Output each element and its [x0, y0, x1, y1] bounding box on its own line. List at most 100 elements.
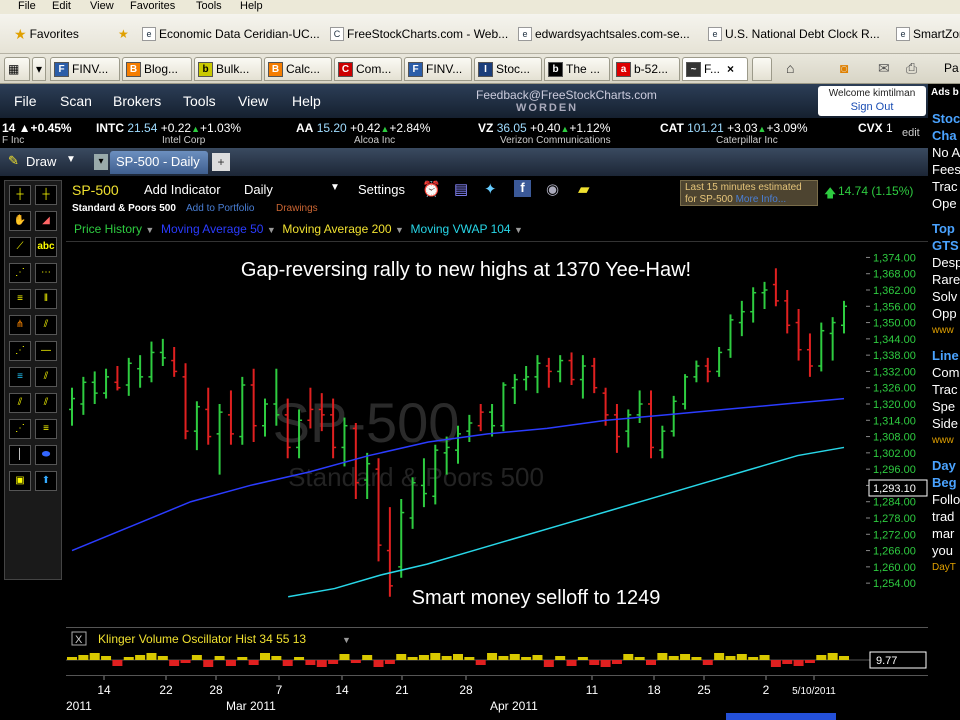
- camera-icon[interactable]: ◉: [546, 180, 559, 198]
- draw-button[interactable]: Draw: [26, 154, 56, 169]
- app-menu-brokers[interactable]: Brokers: [113, 93, 161, 109]
- tab-sp500-daily[interactable]: SP-500 - Daily: [110, 151, 208, 174]
- book-icon[interactable]: ▤: [454, 180, 468, 198]
- tab-calc[interactable]: B Calc...: [264, 57, 332, 81]
- add-to-portfolio-link[interactable]: Add to Portfolio: [186, 203, 254, 214]
- eraser-tool-icon[interactable]: ◢: [35, 211, 57, 231]
- favorite-link-freestockcharts[interactable]: C FreeStockCharts.com - Web...: [330, 24, 508, 44]
- tab-blog[interactable]: B Blog...: [122, 57, 192, 81]
- read-mail-icon[interactable]: ✉: [878, 60, 890, 77]
- legend-vwap104[interactable]: Moving VWAP 104: [411, 222, 511, 236]
- print-icon[interactable]: ⎙: [906, 60, 917, 77]
- channel-tool-icon[interactable]: ≡: [9, 367, 31, 387]
- tab-list-chevron-icon[interactable]: ▾: [32, 57, 46, 81]
- arrow-up-tool-icon[interactable]: ⬆: [35, 471, 57, 491]
- page-menu-button[interactable]: Pa: [944, 61, 959, 75]
- ticker-item[interactable]: CVX 1: [858, 121, 893, 135]
- ellipse-tool-icon[interactable]: ⬬: [35, 445, 57, 465]
- price-plot[interactable]: SP-500 Standard & Poors 500 Gap-reversin…: [66, 242, 872, 612]
- horizontal-line-tool-icon[interactable]: —: [35, 341, 57, 361]
- legend-ma50[interactable]: Moving Average 50: [161, 222, 264, 236]
- klinger-dropdown-icon[interactable]: ▼: [342, 635, 351, 645]
- scrollbar-thumb[interactable]: [726, 713, 836, 720]
- tab-the[interactable]: b The ...: [544, 57, 610, 81]
- favorite-link-economic-data[interactable]: e Economic Data Ceridian-UC...: [142, 24, 320, 44]
- tab-com[interactable]: C Com...: [334, 57, 402, 81]
- ad-line[interactable]: Day: [932, 457, 960, 474]
- ticker-item[interactable]: INTC 21.54 +0.22▲+1.03%: [96, 121, 241, 135]
- crosshair-tool-icon[interactable]: ┼: [9, 185, 31, 205]
- add-indicator-button[interactable]: Add Indicator: [144, 182, 221, 197]
- tab-finv-2[interactable]: F FINV...: [404, 57, 472, 81]
- period-select[interactable]: Daily: [244, 182, 273, 197]
- tab-stoc[interactable]: I Stoc...: [474, 57, 542, 81]
- ticker-item[interactable]: AA 15.20 +0.42▲+2.84%: [296, 121, 430, 135]
- draw-dropdown-icon[interactable]: ▼: [66, 154, 76, 165]
- sign-out-link[interactable]: Sign Out: [818, 101, 926, 113]
- speed-lines-tool-icon[interactable]: ⋯: [35, 263, 57, 283]
- parallel-lines-tool-icon[interactable]: ⫽: [35, 315, 57, 335]
- fib-fan-tool-icon[interactable]: ≡: [35, 419, 57, 439]
- andrews-tool-icon[interactable]: ⫽: [35, 367, 57, 387]
- period-dropdown-icon[interactable]: ▼: [330, 182, 340, 193]
- tab-finv-1[interactable]: F FINV...: [50, 57, 120, 81]
- fib-arc-tool-icon[interactable]: ⫽: [9, 393, 31, 413]
- quick-tabs-icon[interactable]: ▦: [4, 57, 30, 81]
- hand-tool-icon[interactable]: ✋: [9, 211, 31, 231]
- note-icon[interactable]: ▰: [578, 180, 590, 198]
- crosshair-alt-tool-icon[interactable]: ┼: [35, 185, 57, 205]
- ticker-item[interactable]: VZ 36.05 +0.40▲+1.12%: [478, 121, 610, 135]
- close-tab-icon[interactable]: ×: [727, 62, 734, 76]
- gann-fan-tool-icon[interactable]: ⋰: [9, 341, 31, 361]
- klinger-panel[interactable]: X Klinger Volume Oscillator Hist 34 55 1…: [66, 627, 928, 675]
- favorites-button[interactable]: ★ Favorites: [14, 24, 79, 44]
- alarm-clock-icon[interactable]: ⏰: [422, 180, 441, 198]
- text-tool-icon[interactable]: abc: [35, 237, 57, 257]
- fan-tool-icon[interactable]: ⋰: [9, 263, 31, 283]
- browser-menu-view[interactable]: View: [90, 0, 114, 12]
- chart-symbol[interactable]: SP-500: [72, 182, 119, 198]
- favorite-link-edwardsyacht[interactable]: e edwardsyachtsales.com-se...: [518, 24, 690, 44]
- legend-dropdown-icon[interactable]: ▼: [395, 225, 404, 235]
- ticker-item[interactable]: CAT 101.21 +3.03▲+3.09%: [660, 121, 808, 135]
- ad-line[interactable]: Stoc: [932, 110, 960, 127]
- ad-line[interactable]: GTS: [932, 237, 960, 254]
- legend-price-history[interactable]: Price History: [74, 222, 142, 236]
- app-menu-help[interactable]: Help: [292, 93, 321, 109]
- ad-line[interactable]: Cha: [932, 127, 960, 144]
- legend-ma200[interactable]: Moving Average 200: [282, 222, 391, 236]
- vertical-line-tool-icon[interactable]: │: [9, 445, 31, 465]
- ad-line[interactable]: Top: [932, 220, 960, 237]
- drawings-link[interactable]: Drawings: [276, 203, 318, 214]
- cycle-lines-tool-icon[interactable]: ‖: [35, 289, 57, 309]
- tab-active-freestockcharts[interactable]: ~ F... ×: [682, 57, 748, 81]
- browser-menu-tools[interactable]: Tools: [196, 0, 222, 12]
- pitchfork-tool-icon[interactable]: ⋔: [9, 315, 31, 335]
- fib-retracement-tool-icon[interactable]: ≡: [9, 289, 31, 309]
- trendline-tool-icon[interactable]: ⟋: [9, 237, 31, 257]
- app-menu-scan[interactable]: Scan: [60, 93, 92, 109]
- legend-dropdown-icon[interactable]: ▼: [267, 225, 276, 235]
- favorite-link-smartzone[interactable]: e SmartZon: [896, 24, 960, 44]
- new-tab-button[interactable]: [752, 57, 772, 81]
- ticker-edit-link[interactable]: edit: [902, 127, 920, 139]
- app-menu-view[interactable]: View: [238, 93, 268, 109]
- gann-box-tool-icon[interactable]: ⋰: [9, 419, 31, 439]
- rss-feed-icon[interactable]: ◙: [840, 60, 848, 76]
- ticker-lead[interactable]: 14 ▲+0.45%: [2, 121, 72, 135]
- settings-button[interactable]: Settings: [358, 182, 405, 197]
- tab-b52[interactable]: a b-52...: [612, 57, 680, 81]
- new-chart-tab-icon[interactable]: +: [212, 153, 230, 171]
- app-menu-tools[interactable]: Tools: [183, 93, 216, 109]
- facebook-icon[interactable]: f: [514, 180, 531, 197]
- browser-menu-file[interactable]: File: [18, 0, 36, 12]
- more-info-link[interactable]: More Info...: [736, 194, 787, 205]
- rectangle-tool-icon[interactable]: ▣: [9, 471, 31, 491]
- twitter-icon[interactable]: ✦: [484, 180, 497, 198]
- tab-dropdown-icon[interactable]: ▾: [94, 154, 108, 170]
- legend-dropdown-icon[interactable]: ▼: [514, 225, 523, 235]
- add-favorites-icon[interactable]: ★: [118, 24, 129, 44]
- app-menu-file[interactable]: File: [14, 93, 37, 109]
- fib-timezones-tool-icon[interactable]: ⫽: [35, 393, 57, 413]
- browser-menu-help[interactable]: Help: [240, 0, 263, 12]
